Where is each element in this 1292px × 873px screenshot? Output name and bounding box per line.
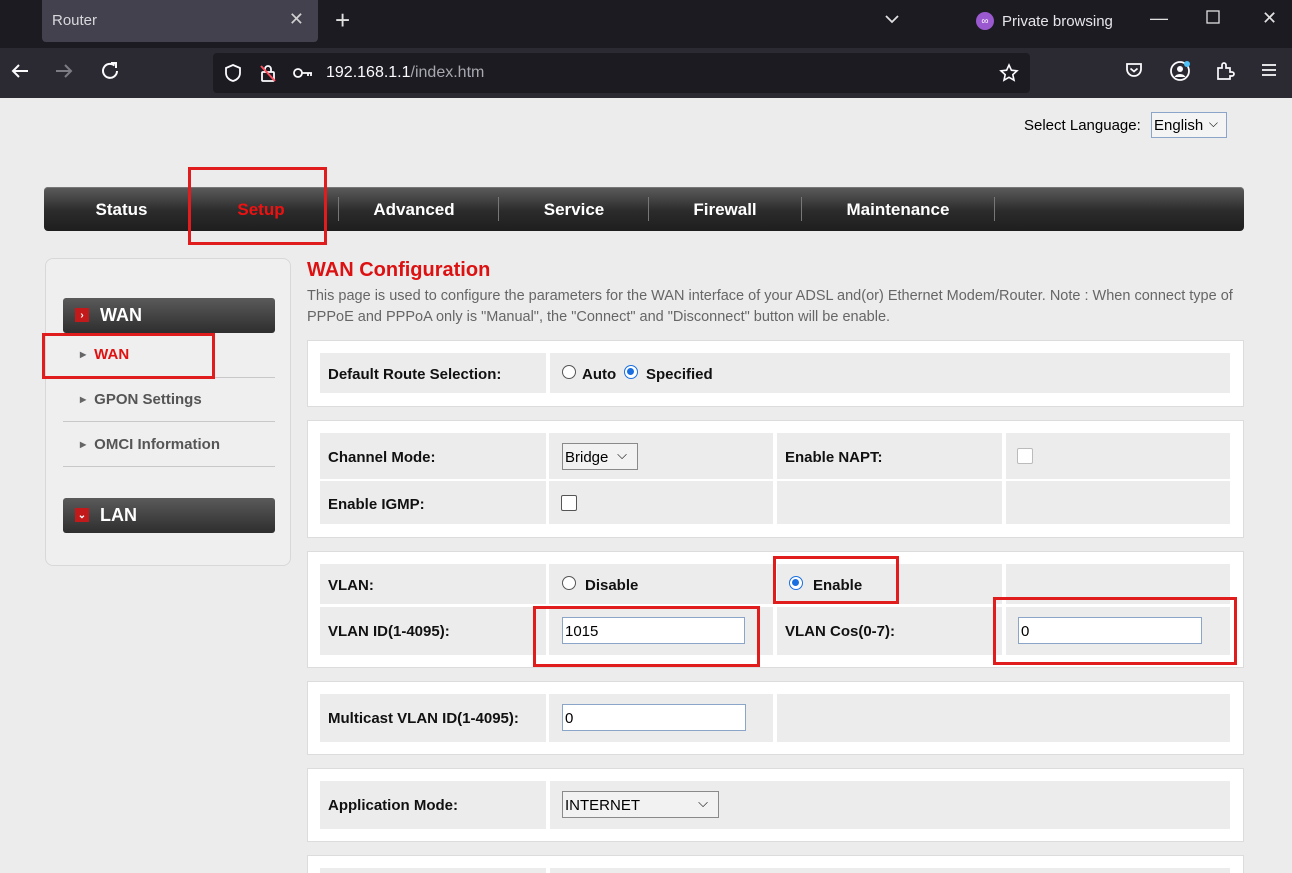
- browser-tab-bar: Router ✕ + ∞ Private browsing — ✕: [0, 0, 1292, 48]
- cell: [777, 694, 1230, 742]
- menu-separator: [994, 197, 995, 221]
- shield-icon[interactable]: [223, 63, 243, 88]
- cell: [549, 481, 773, 524]
- channel-mode-label: Channel Mode:: [328, 449, 436, 466]
- highlight-box-wan: [42, 333, 215, 379]
- minimize-icon[interactable]: —: [1150, 8, 1168, 29]
- chevron-down-icon: ⌵: [617, 447, 627, 462]
- menu-advanced[interactable]: Advanced: [339, 200, 489, 220]
- cell: [1006, 433, 1230, 479]
- private-browsing-label: Private browsing: [1002, 12, 1113, 30]
- url-path: /index.htm: [410, 64, 485, 81]
- private-mask-icon: ∞: [976, 12, 994, 30]
- private-browsing-indicator: ∞ Private browsing: [976, 12, 1113, 30]
- cell: [777, 481, 1002, 524]
- key-icon[interactable]: [292, 63, 314, 88]
- cell: [320, 868, 546, 873]
- browser-nav-bar: 192.168.1.1/index.htm: [0, 48, 1292, 98]
- sidebar-divider: [63, 466, 275, 467]
- chevron-down-icon: ⌄: [75, 508, 89, 522]
- bullet-arrow-icon: ▶: [80, 440, 87, 449]
- vlan-disable-label: Disable: [585, 577, 639, 594]
- url-host: 192.168.1.1: [326, 64, 411, 81]
- address-bar[interactable]: 192.168.1.1/index.htm: [213, 53, 1030, 93]
- enable-igmp-checkbox[interactable]: [561, 495, 577, 511]
- page-description: This page is used to configure the param…: [307, 288, 1233, 325]
- sidebar-item-gpon-settings[interactable]: ▶ GPON Settings: [80, 391, 202, 408]
- menu-status[interactable]: Status: [44, 200, 199, 220]
- channel-mode-select[interactable]: Bridge ⌵: [562, 443, 638, 470]
- cell: [549, 564, 773, 604]
- default-route-specified-radio[interactable]: [624, 365, 638, 379]
- account-icon[interactable]: [1169, 60, 1191, 87]
- menu-firewall[interactable]: Firewall: [650, 200, 800, 220]
- vlan-label: VLAN:: [328, 577, 374, 594]
- enable-igmp-label: Enable IGMP:: [328, 496, 425, 513]
- cell: [1006, 481, 1230, 524]
- sidebar-header-wan[interactable]: › WAN: [63, 298, 275, 333]
- sidebar-divider: [63, 421, 275, 422]
- back-arrow-icon[interactable]: [9, 60, 31, 87]
- chevron-down-icon: ⌵: [1208, 116, 1218, 130]
- highlight-box-setup: [188, 167, 327, 245]
- reload-icon[interactable]: [99, 60, 121, 87]
- application-mode-select[interactable]: INTERNET ⌵: [562, 791, 719, 818]
- language-value: English: [1154, 117, 1204, 134]
- vlan-id-label: VLAN ID(1-4095):: [328, 623, 450, 640]
- highlight-box-vlan-cos: [993, 597, 1237, 665]
- enable-napt-label: Enable NAPT:: [785, 449, 883, 466]
- default-route-specified-label: Specified: [646, 366, 713, 383]
- channel-mode-value: Bridge: [565, 449, 609, 466]
- new-tab-icon[interactable]: +: [335, 6, 350, 34]
- menu-service[interactable]: Service: [499, 200, 649, 220]
- hamburger-menu-icon[interactable]: [1260, 60, 1278, 85]
- chevron-down-icon: ⌵: [698, 795, 708, 810]
- tab-close-icon[interactable]: ✕: [289, 9, 304, 30]
- default-route-label: Default Route Selection:: [328, 366, 502, 383]
- menu-maintenance[interactable]: Maintenance: [799, 200, 997, 220]
- default-route-auto-label: Auto: [582, 366, 617, 383]
- select-language-label: Select Language:: [1024, 117, 1141, 134]
- enable-napt-checkbox[interactable]: [1017, 448, 1033, 464]
- multicast-vlan-input[interactable]: 0: [562, 704, 746, 731]
- vlan-cos-label: VLAN Cos(0-7):: [785, 623, 896, 640]
- chevron-right-icon: ›: [75, 308, 89, 322]
- list-all-tabs-icon[interactable]: [883, 10, 901, 33]
- default-route-auto-radio[interactable]: [562, 365, 576, 379]
- sidebar-item-label: OMCI Information: [94, 436, 220, 453]
- vlan-disable-radio[interactable]: [562, 576, 576, 590]
- tab-title: Router: [52, 12, 98, 29]
- pocket-icon[interactable]: [1124, 60, 1144, 85]
- browser-tab[interactable]: Router ✕: [42, 0, 318, 42]
- cell: [550, 868, 1230, 873]
- sidebar-header-lan[interactable]: ⌄ LAN: [63, 498, 275, 533]
- sidebar-item-label: GPON Settings: [94, 391, 202, 408]
- multicast-vlan-label: Multicast VLAN ID(1-4095):: [328, 710, 519, 727]
- forward-arrow-icon[interactable]: [53, 60, 75, 87]
- sidebar-item-omci-information[interactable]: ▶ OMCI Information: [80, 436, 220, 453]
- sidebar-header-lan-label: LAN: [100, 505, 137, 525]
- highlight-box-vlan-id: [533, 606, 760, 667]
- highlight-box-vlan-enable: [773, 556, 899, 604]
- maximize-icon[interactable]: [1206, 8, 1220, 29]
- application-mode-value: INTERNET: [565, 797, 640, 814]
- close-window-icon[interactable]: ✕: [1262, 8, 1277, 29]
- language-select[interactable]: English ⌵: [1151, 112, 1227, 138]
- extensions-icon[interactable]: [1214, 60, 1236, 87]
- menu-separator: [648, 197, 649, 221]
- application-mode-label: Application Mode:: [328, 797, 458, 814]
- sidebar-header-wan-label: WAN: [100, 305, 142, 325]
- page-title: WAN Configuration: [307, 259, 491, 281]
- url-text[interactable]: 192.168.1.1/index.htm: [326, 64, 484, 82]
- bullet-arrow-icon: ▶: [80, 395, 87, 404]
- insecure-lock-icon[interactable]: [258, 63, 278, 88]
- bookmark-star-icon[interactable]: [999, 63, 1019, 88]
